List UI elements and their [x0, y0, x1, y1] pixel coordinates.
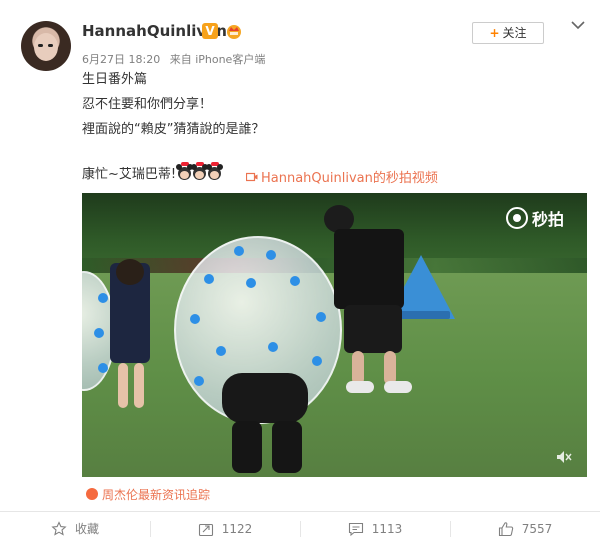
child-head — [116, 259, 144, 285]
man-leg — [384, 351, 396, 385]
repost-button[interactable]: 1122 — [150, 512, 300, 545]
video-player[interactable]: 秒拍 — [82, 193, 587, 477]
mute-icon[interactable] — [555, 448, 573, 466]
miaopai-watermark: 秒拍 — [506, 206, 578, 230]
lying-person-leg — [272, 421, 302, 473]
star-icon — [51, 520, 67, 536]
post-text-line-4: 康忙~艾瑞巴蒂! — [82, 162, 224, 184]
man-shoe — [346, 381, 374, 393]
repost-icon — [198, 523, 213, 536]
avatar-eye-left — [38, 44, 43, 47]
minnie-emoji-icon — [206, 162, 224, 180]
verified-badge: V — [202, 23, 218, 39]
lying-person-leg — [232, 421, 262, 473]
repost-source-text: 周杰伦最新资讯追踪 — [102, 488, 211, 502]
avatar-face — [34, 33, 58, 61]
favorite-button[interactable]: 收藏 — [0, 512, 150, 545]
minnie-emoji-icon — [176, 162, 194, 180]
like-button[interactable]: 7557 — [450, 512, 600, 545]
comment-icon — [348, 522, 363, 536]
comment-count: 1113 — [371, 521, 403, 536]
minnie-emoji-icon — [191, 162, 209, 180]
chevron-down-icon[interactable] — [571, 20, 585, 30]
post-text-line-2: 忍不住要和你們分享！ — [82, 97, 213, 112]
favorite-label: 收藏 — [74, 522, 99, 536]
lying-person-body — [222, 373, 308, 423]
man-leg — [352, 351, 364, 385]
man-shorts — [344, 305, 402, 353]
video-link-text: HannahQuinlivan的秒拍视频 — [261, 171, 438, 186]
like-count: 7557 — [521, 521, 553, 536]
child-leg — [134, 363, 144, 408]
miaopai-watermark-text: 秒拍 — [532, 210, 565, 229]
video-link[interactable]: HannahQuinlivan的秒拍视频 — [246, 167, 438, 186]
post-text-line-3: 裡面說的“賴皮”猜猜說的是誰？ — [82, 122, 265, 137]
post-text-line-4-text: 康忙~艾瑞巴蒂! — [82, 167, 177, 182]
crown-icon — [227, 25, 241, 39]
avatar[interactable] — [21, 21, 71, 71]
man-shoe — [384, 381, 412, 393]
repost-count: 1122 — [221, 521, 253, 536]
follow-button[interactable]: + 关注 — [472, 22, 544, 44]
man-torso — [334, 229, 404, 309]
avatar-eye-right — [48, 44, 53, 47]
like-icon — [498, 521, 513, 536]
video-icon — [246, 172, 258, 182]
follow-label: 关注 — [502, 26, 527, 40]
post-meta: 6月27日 18:20 来自 iPhone客户端 — [82, 51, 265, 67]
post-source: 来自 iPhone客户端 — [169, 53, 266, 66]
source-badge-icon — [86, 488, 98, 500]
tent-floor-shape — [400, 311, 450, 319]
miaopai-eye-icon — [506, 207, 528, 229]
post-text-line-1: 生日番外篇 — [82, 72, 148, 87]
plus-icon: + — [489, 26, 500, 40]
post-date[interactable]: 6月27日 18:20 — [82, 53, 160, 66]
child-leg — [118, 363, 128, 408]
comment-button[interactable]: 1113 — [300, 512, 450, 545]
repost-source[interactable]: 周杰伦最新资讯追踪 — [86, 486, 210, 503]
